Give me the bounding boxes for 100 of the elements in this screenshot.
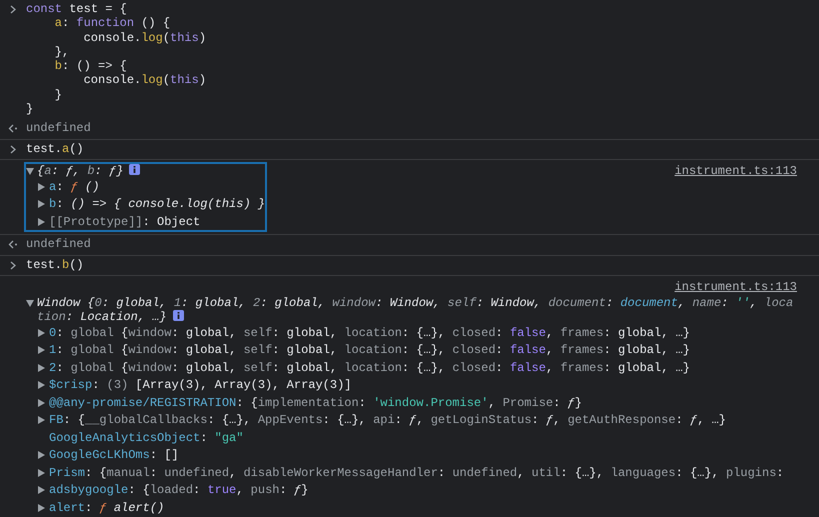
code-text: } xyxy=(301,483,308,498)
code-text: : xyxy=(85,500,94,515)
property-key: 0 xyxy=(49,326,56,340)
expand-triangle-icon[interactable] xyxy=(38,328,45,337)
expand-triangle-icon[interactable] xyxy=(38,468,45,477)
code-text: console. xyxy=(82,73,142,88)
code-text: : xyxy=(200,430,208,445)
code-text: , …} xyxy=(697,413,726,428)
property-key: 1 xyxy=(49,343,56,358)
expand-triangle-icon[interactable] xyxy=(38,381,45,390)
code-text: : xyxy=(150,466,158,480)
source-link[interactable]: instrument.ts:113 xyxy=(674,280,797,294)
collapse-triangle-icon[interactable] xyxy=(26,300,34,308)
expand-triangle-icon[interactable] xyxy=(38,346,45,354)
code-text: : xyxy=(496,343,504,358)
expand-triangle-icon[interactable] xyxy=(38,200,45,208)
code-text: : xyxy=(721,296,730,310)
code-text: : xyxy=(193,483,202,498)
code-text: , xyxy=(678,296,686,310)
method-text: b xyxy=(62,258,70,272)
code-text: : {…}, xyxy=(402,360,446,375)
property-key: GoogleAnalyticsObject xyxy=(49,430,200,445)
code-text: , xyxy=(553,413,562,428)
function-text: () => { console.log(this) } xyxy=(70,197,266,212)
code-text: Window { xyxy=(37,296,95,310)
function-text: ƒ xyxy=(690,413,698,428)
code-text: : global, xyxy=(272,343,338,358)
dim-text: undefined xyxy=(26,121,91,136)
code-text: , xyxy=(546,326,554,340)
code-text: : xyxy=(62,16,70,30)
property-key: $crisp xyxy=(49,378,92,392)
code-text: : xyxy=(279,483,288,498)
dim-text: push xyxy=(250,483,280,498)
dim-text: name xyxy=(692,296,722,310)
expand-triangle-icon[interactable] xyxy=(38,416,45,424)
code-text: , xyxy=(546,360,554,375)
property-key: a xyxy=(49,180,56,194)
expand-triangle-icon[interactable] xyxy=(38,451,45,460)
function-text: ƒ xyxy=(66,164,74,178)
dim-text: util xyxy=(532,466,560,480)
dim-text: self xyxy=(243,360,272,375)
dim-text: (3) xyxy=(106,378,128,392)
function-text: ƒ xyxy=(294,483,302,498)
expand-triangle-icon[interactable] xyxy=(38,182,45,191)
code-text: ) xyxy=(198,73,206,88)
code-text: : xyxy=(438,466,446,480)
dim-text: document xyxy=(548,296,606,310)
code-text: }, xyxy=(54,44,70,59)
expand-triangle-icon[interactable] xyxy=(38,218,45,226)
dim-text: closed xyxy=(452,326,496,340)
dim-text: frames xyxy=(560,326,604,340)
info-icon[interactable] xyxy=(172,310,184,322)
info-icon[interactable] xyxy=(129,164,140,175)
function-text: () xyxy=(84,180,100,194)
code-text: : global, …} xyxy=(604,343,690,358)
code-text: : Location, …} xyxy=(66,310,167,324)
dim-text: 2 xyxy=(253,296,260,310)
function-text: ƒ xyxy=(568,396,575,410)
boolean-text: false xyxy=(510,343,546,358)
code-text: } xyxy=(26,102,34,116)
dim-text: 1 xyxy=(174,296,182,310)
expand-triangle-icon[interactable] xyxy=(38,364,45,372)
property-key: @@any-promise/REGISTRATION xyxy=(49,396,236,410)
collapse-triangle-icon[interactable] xyxy=(26,168,34,175)
dim-text: closed xyxy=(452,360,496,375)
code-text: console. xyxy=(82,30,142,45)
dim-text: self xyxy=(243,326,272,340)
dim-text: Promise xyxy=(502,396,554,410)
dim-text: plugins xyxy=(726,466,776,480)
dim-text: self xyxy=(243,343,272,358)
dim-text: a xyxy=(44,164,52,178)
code-text: test = { xyxy=(68,2,127,16)
boolean-text: false xyxy=(510,326,546,340)
dim-text: 0 xyxy=(94,296,102,310)
code-text: : Object xyxy=(142,214,200,229)
property-key: 2 xyxy=(49,360,56,375)
code-text: : { xyxy=(128,483,150,498)
source-link[interactable]: instrument.ts:113 xyxy=(674,164,797,178)
code-text: () xyxy=(69,258,84,272)
expand-triangle-icon[interactable] xyxy=(38,398,45,407)
function-text: alert() xyxy=(112,500,164,515)
code-text: , xyxy=(416,413,425,428)
dim-text: disableWorkerMessageHandler xyxy=(243,466,438,480)
function-icon-text: ƒ xyxy=(99,500,107,515)
dim-text: undefined xyxy=(164,466,230,480)
code-text: : global, xyxy=(171,343,238,358)
code-text: , xyxy=(546,343,554,358)
code-text: : xyxy=(496,326,504,340)
code-text: ( xyxy=(162,73,170,88)
function-text: ƒ xyxy=(409,413,416,428)
dim-text: getAuthResponse xyxy=(568,413,676,428)
code-text: : global, …} xyxy=(604,326,690,340)
dim-text: frames xyxy=(560,360,604,375)
code-text: ( xyxy=(162,30,170,45)
code-text: : xyxy=(56,343,64,358)
dim-text: implementation xyxy=(258,396,359,410)
expand-triangle-icon[interactable] xyxy=(38,504,45,512)
dim-text: getLoginStatus xyxy=(430,413,532,428)
code-text: : xyxy=(94,164,103,178)
expand-triangle-icon[interactable] xyxy=(38,486,45,494)
